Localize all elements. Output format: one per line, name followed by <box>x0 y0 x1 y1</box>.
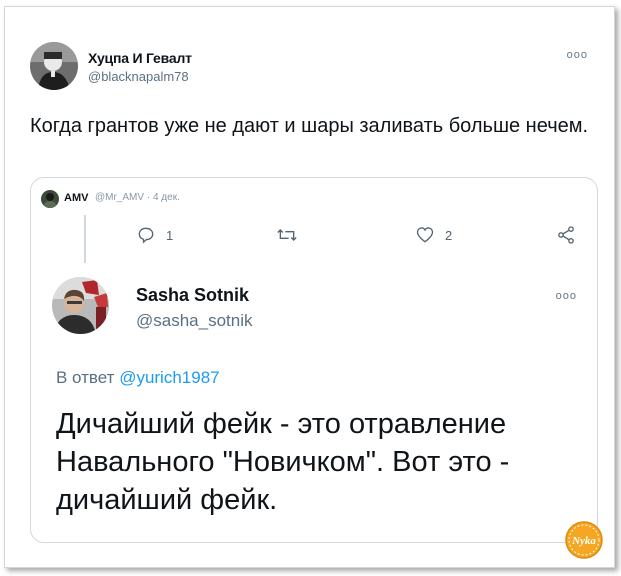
tweet-frame: Хуцпа И Гевалт @blacknapalm78 ooo Когда … <box>4 6 615 568</box>
reply-button[interactable]: 1 <box>136 225 173 245</box>
quoted-avatar-image <box>41 190 59 208</box>
reply-to-line: В ответ @yurich1987 <box>56 368 220 388</box>
share-button[interactable] <box>556 225 576 245</box>
inner-author-avatar[interactable] <box>52 277 109 334</box>
inner-avatar-image <box>52 277 109 334</box>
quoted-author-name[interactable]: AMV <box>64 192 88 204</box>
reply-prefix: В ответ <box>56 368 115 387</box>
thread-line <box>84 215 86 263</box>
quoted-meta: @Mr_AMV · 4 дек. <box>95 192 180 203</box>
inner-tweet-text: Дичайший фейк - это отравление Навальног… <box>56 408 510 516</box>
reply-count: 1 <box>166 227 174 243</box>
share-icon <box>558 226 574 244</box>
reply-to-link[interactable]: @yurich1987 <box>119 368 219 387</box>
reply-icon <box>138 227 154 244</box>
author-name[interactable]: Хуцпа И Гевалт <box>88 50 192 66</box>
inner-author-name[interactable]: Sasha Sotnik <box>136 285 249 306</box>
inner-more-options-icon[interactable]: ooo <box>556 290 577 302</box>
watermark-badge: Nyka <box>565 521 603 559</box>
meta-separator: · <box>146 192 151 203</box>
quoted-author-avatar[interactable] <box>41 190 59 208</box>
quoted-author-handle[interactable]: @Mr_AMV <box>95 192 144 203</box>
quoted-date[interactable]: 4 дек. <box>153 192 180 203</box>
like-button[interactable]: 2 <box>415 225 452 245</box>
author-handle[interactable]: @blacknapalm78 <box>88 69 189 84</box>
author-avatar[interactable] <box>30 42 78 90</box>
like-count: 2 <box>445 227 453 243</box>
watermark-text: Nyka <box>571 535 596 547</box>
retweet-icon <box>277 229 297 241</box>
watermark-logo: Nyka <box>564 520 604 560</box>
tweet-text: Когда грантов уже не дают и шары заливат… <box>30 115 589 137</box>
author-avatar-image <box>30 42 78 90</box>
retweet-button[interactable] <box>276 225 308 245</box>
quoted-tweet-card[interactable]: AMV @Mr_AMV · 4 дек. 1 2 Sasha Sotnik @s… <box>30 177 598 543</box>
heart-icon <box>416 227 434 243</box>
more-options-icon[interactable]: ooo <box>567 49 588 61</box>
inner-author-handle[interactable]: @sasha_sotnik <box>136 311 253 331</box>
